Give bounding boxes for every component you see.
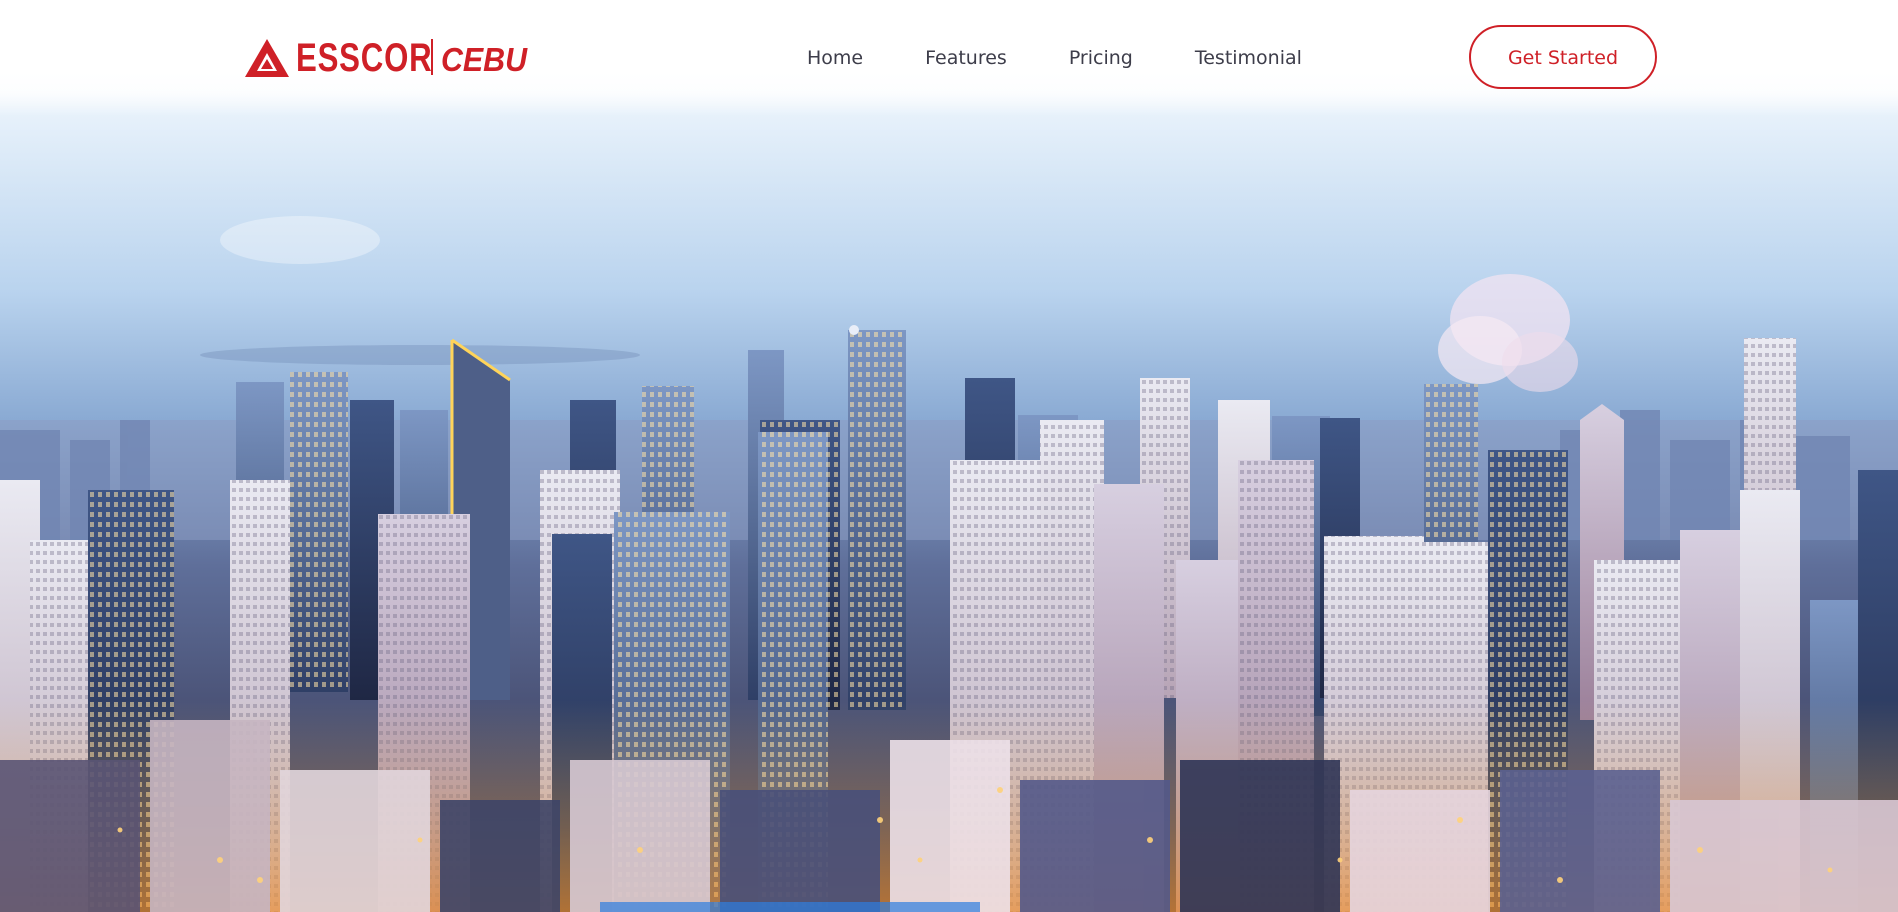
landing-page: ESSCOR CEBU Home Features Pricing Testim… bbox=[0, 0, 1898, 912]
brand-name: ESSCOR bbox=[296, 36, 433, 80]
nav-pricing-link[interactable]: Pricing bbox=[1069, 44, 1133, 72]
logo-divider bbox=[431, 39, 433, 75]
get-started-button[interactable]: Get Started bbox=[1469, 25, 1657, 89]
triangle-mountain-icon bbox=[245, 39, 289, 77]
main-nav: Home Features Pricing Testimonial bbox=[807, 44, 1302, 72]
hero-background bbox=[0, 0, 1898, 912]
site-header: ESSCOR CEBU Home Features Pricing Testim… bbox=[0, 0, 1898, 116]
brand-logo[interactable]: ESSCOR CEBU bbox=[244, 36, 527, 80]
nav-features-link[interactable]: Features bbox=[925, 44, 1007, 72]
nav-testimonial-link[interactable]: Testimonial bbox=[1195, 44, 1302, 72]
city-skyline-image bbox=[0, 0, 1898, 912]
brand-location: CEBU bbox=[441, 41, 528, 78]
nav-home-link[interactable]: Home bbox=[807, 44, 863, 72]
